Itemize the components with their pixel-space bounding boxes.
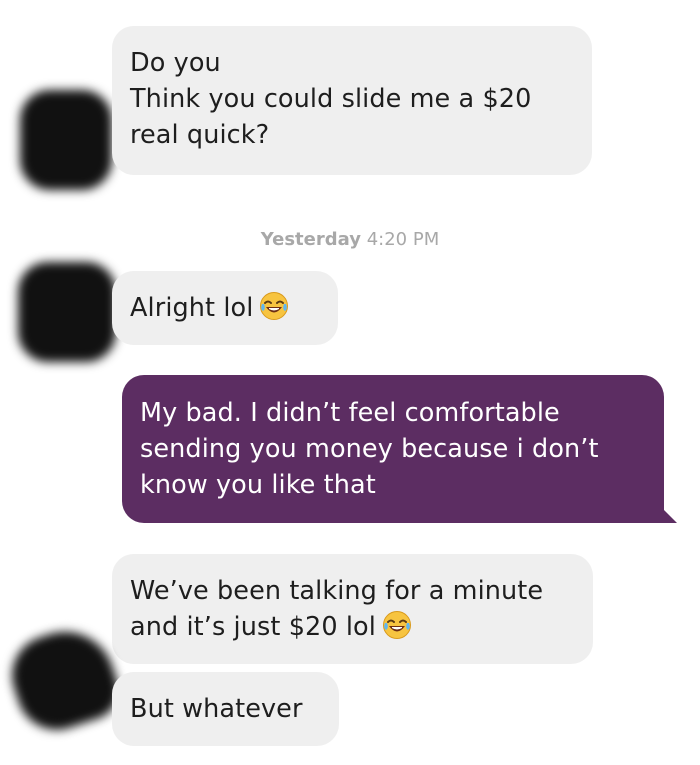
message-text: But whatever bbox=[130, 694, 303, 724]
message-bubble-sent: My bad. I didn’t feel comfortable sendin… bbox=[122, 375, 664, 523]
sent-bubble-tail bbox=[663, 509, 677, 523]
avatar-redacted bbox=[1, 618, 127, 741]
message-line: My bad. I didn’t feel comfortable bbox=[140, 398, 560, 428]
message-line: Do you bbox=[130, 48, 221, 78]
message-line: know you like that bbox=[140, 470, 376, 500]
timestamp-time: 4:20 PM bbox=[366, 229, 440, 250]
message-line: Think you could slide me a $20 bbox=[130, 84, 532, 114]
avatar-redacted bbox=[20, 90, 112, 190]
message-bubble-received: Alright lol bbox=[112, 271, 338, 345]
timestamp-day: Yesterday bbox=[260, 229, 361, 250]
face-with-tears-of-joy-icon bbox=[259, 291, 289, 321]
message-bubble-received: Do you Think you could slide me a $20 re… bbox=[112, 26, 592, 175]
avatar-redacted bbox=[18, 262, 116, 362]
message-bubble-received: We’ve been talking for a minute and it’s… bbox=[112, 554, 593, 664]
message-text: and it’s just $20 lol bbox=[130, 612, 376, 642]
message-line: sending you money because i don’t bbox=[140, 434, 599, 464]
message-text: Alright lol bbox=[130, 293, 254, 323]
face-with-tears-of-joy-icon bbox=[382, 610, 412, 640]
message-bubble-received: But whatever bbox=[112, 672, 339, 746]
message-line: real quick? bbox=[130, 120, 270, 150]
message-line: and it’s just $20 lol bbox=[130, 609, 575, 645]
message-timestamp: Yesterday 4:20 PM bbox=[0, 229, 700, 250]
message-line: We’ve been talking for a minute bbox=[130, 576, 544, 606]
